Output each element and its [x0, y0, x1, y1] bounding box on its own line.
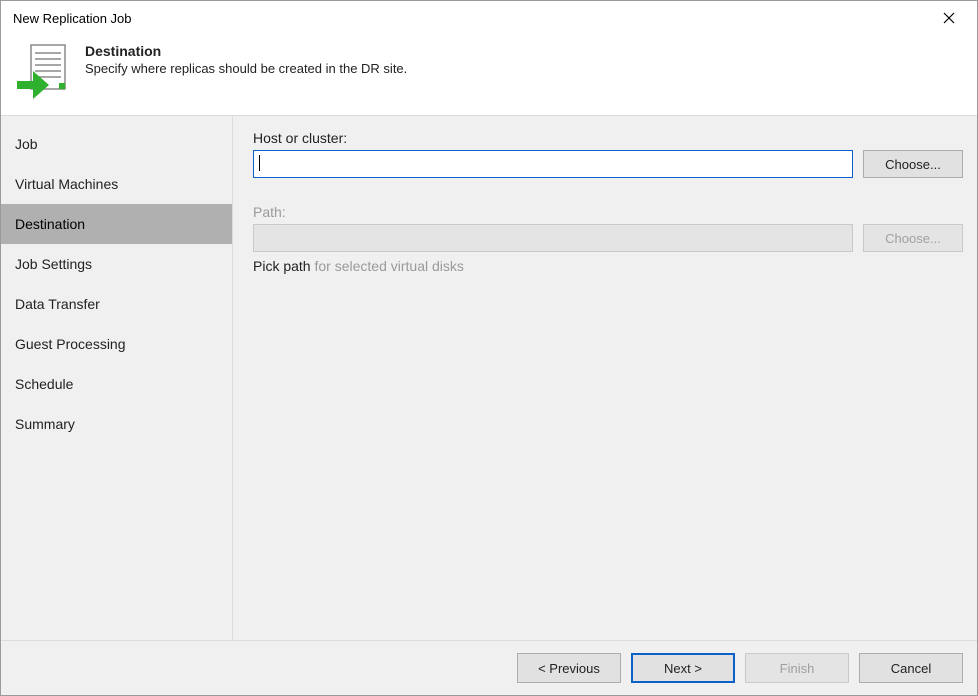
cancel-button[interactable]: Cancel [859, 653, 963, 683]
page-title: Destination [85, 43, 407, 59]
wizard-body: Job Virtual Machines Destination Job Set… [1, 115, 977, 641]
sidebar-item-virtual-machines[interactable]: Virtual Machines [1, 164, 232, 204]
sidebar-item-data-transfer[interactable]: Data Transfer [1, 284, 232, 324]
path-label: Path: [253, 204, 963, 220]
path-field-group: Path: Choose... Pick path for selected v… [253, 204, 963, 274]
host-field-group: Host or cluster: Choose... [253, 130, 963, 178]
text-caret [259, 155, 260, 171]
titlebar: New Replication Job [1, 1, 977, 35]
sidebar: Job Virtual Machines Destination Job Set… [1, 116, 233, 640]
sidebar-item-schedule[interactable]: Schedule [1, 364, 232, 404]
next-button[interactable]: Next > [631, 653, 735, 683]
sidebar-item-destination[interactable]: Destination [1, 204, 232, 244]
destination-icon [17, 41, 69, 101]
finish-button: Finish [745, 653, 849, 683]
sidebar-item-summary[interactable]: Summary [1, 404, 232, 444]
close-button[interactable] [927, 3, 971, 33]
sidebar-item-job[interactable]: Job [1, 124, 232, 164]
close-icon [943, 12, 955, 24]
path-choose-button: Choose... [863, 224, 963, 252]
wizard-window: New Replication Job Destination Specif [0, 0, 978, 696]
window-title: New Replication Job [13, 11, 132, 26]
sidebar-item-job-settings[interactable]: Job Settings [1, 244, 232, 284]
pick-path-row: Pick path for selected virtual disks [253, 258, 963, 274]
previous-button[interactable]: < Previous [517, 653, 621, 683]
host-input[interactable] [253, 150, 853, 178]
page-subtitle: Specify where replicas should be created… [85, 61, 407, 76]
pick-path-hint: for selected virtual disks [311, 258, 464, 274]
wizard-footer: < Previous Next > Finish Cancel [1, 641, 977, 695]
host-choose-button[interactable]: Choose... [863, 150, 963, 178]
sidebar-item-guest-processing[interactable]: Guest Processing [1, 324, 232, 364]
path-input [253, 224, 853, 252]
pick-path-link[interactable]: Pick path [253, 258, 311, 274]
host-label: Host or cluster: [253, 130, 963, 146]
wizard-header: Destination Specify where replicas shoul… [1, 35, 977, 115]
content-panel: Host or cluster: Choose... Path: Choose.… [233, 116, 977, 640]
header-text: Destination Specify where replicas shoul… [85, 41, 407, 76]
